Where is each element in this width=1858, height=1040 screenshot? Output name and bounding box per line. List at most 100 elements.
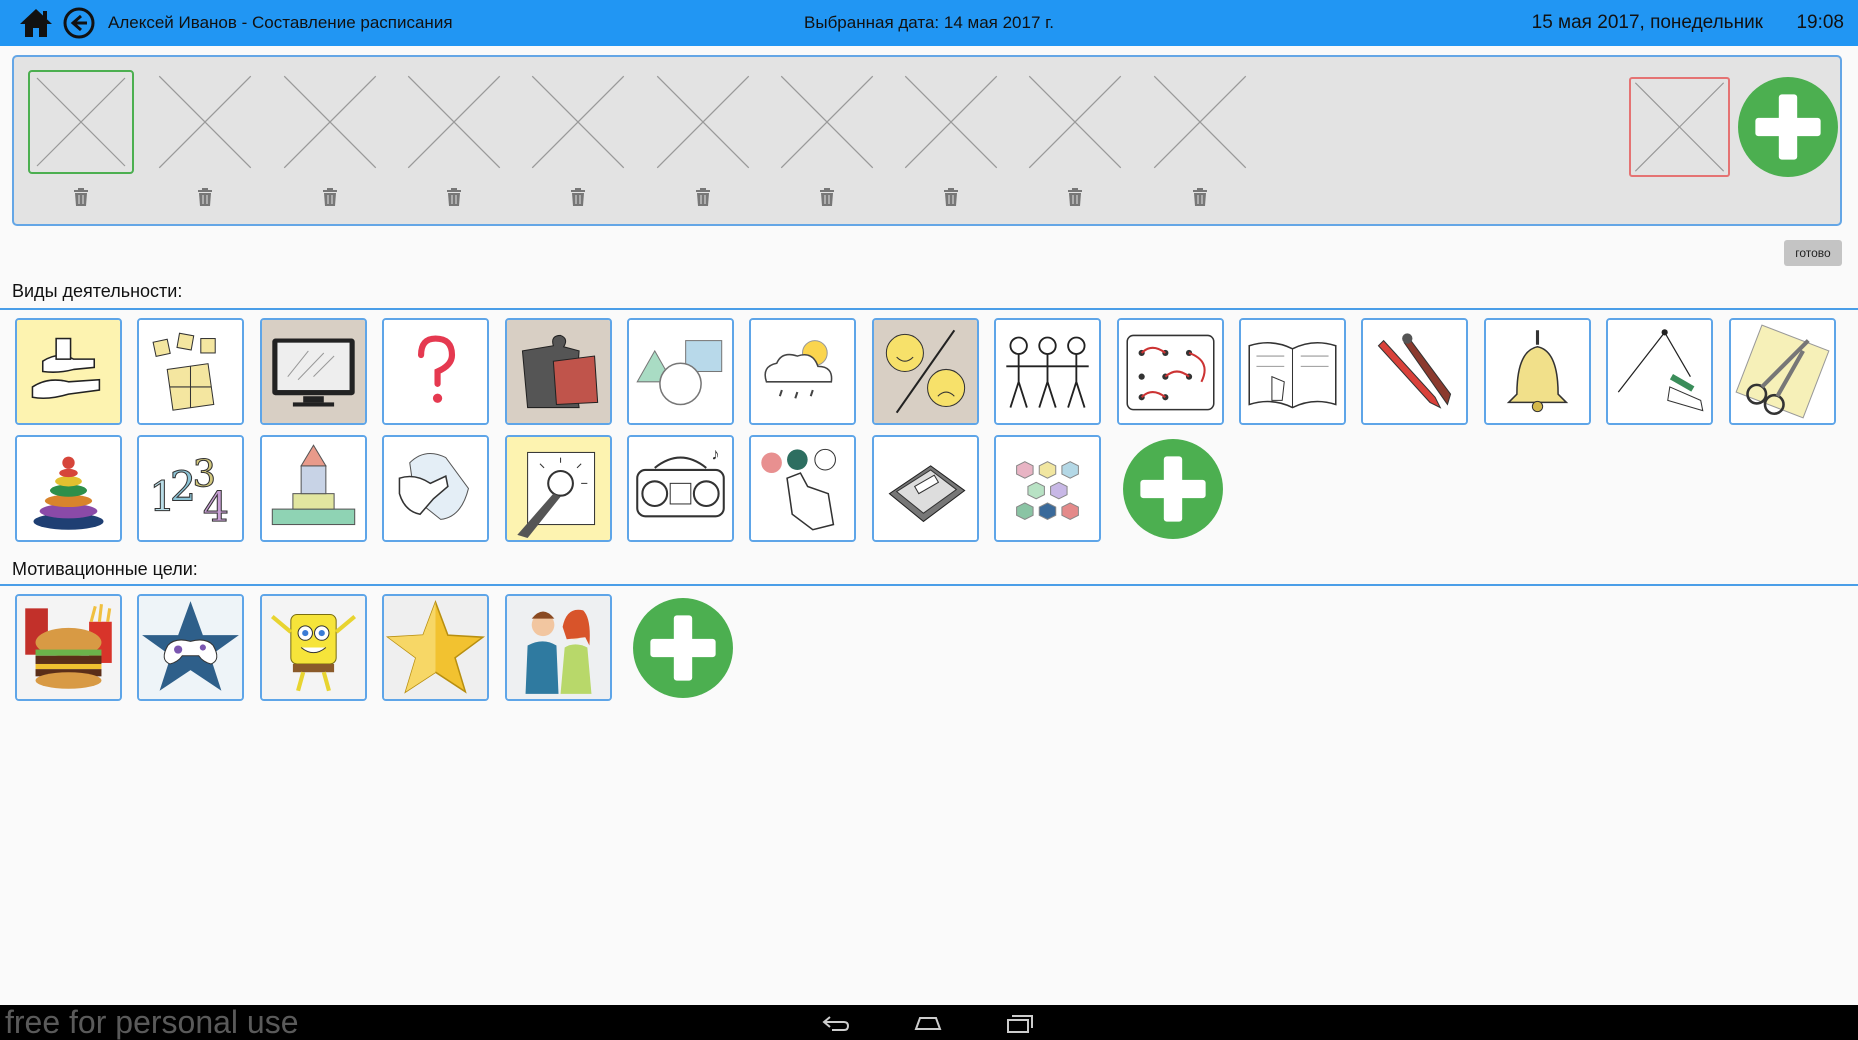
nav-back-icon[interactable]	[820, 1012, 852, 1034]
activity-tile[interactable]	[382, 435, 490, 542]
activity-tile[interactable]	[871, 435, 979, 542]
activity-tile[interactable]	[1728, 318, 1836, 425]
family-couple-icon	[506, 596, 610, 699]
letter-cubes-icon	[139, 320, 243, 423]
back-arrow-icon[interactable]	[61, 6, 97, 40]
system-nav-bar: free for personal use	[0, 1005, 1858, 1040]
motivation-divider	[0, 584, 1858, 586]
nav-home-icon[interactable]	[912, 1012, 944, 1034]
activity-tile[interactable]	[259, 318, 367, 425]
bell-icon	[1485, 320, 1589, 423]
light-switch-icon	[506, 437, 610, 540]
current-date: 15 мая 2017, понедельник	[1531, 12, 1763, 33]
motivation-tile[interactable]	[382, 594, 490, 701]
activity-tile[interactable]	[994, 318, 1102, 425]
activity-tile[interactable]	[1483, 318, 1591, 425]
tv-screen-icon	[261, 320, 365, 423]
activity-tile[interactable]	[1606, 318, 1714, 425]
nav-recents-icon[interactable]	[1004, 1012, 1036, 1034]
trash-icon[interactable]	[196, 187, 214, 207]
add-slot-button[interactable]	[1737, 76, 1839, 178]
question-mark-icon	[384, 320, 488, 423]
schedule-slot[interactable]	[401, 70, 507, 174]
stacking-pyramid-icon	[17, 437, 120, 540]
activity-tile[interactable]: ♪	[627, 435, 734, 542]
svg-text:4: 4	[203, 483, 229, 531]
activity-tile[interactable]	[1361, 318, 1469, 425]
activity-tile[interactable]	[1116, 318, 1224, 425]
svg-text:♪: ♪	[711, 446, 719, 464]
activity-tile[interactable]	[382, 318, 490, 425]
radio-music-icon: ♪	[629, 437, 732, 540]
trash-icon[interactable]	[569, 187, 587, 207]
hands-activity-icon	[17, 320, 120, 423]
motivation-tile[interactable]	[15, 594, 122, 701]
activity-tile[interactable]	[504, 318, 612, 425]
watermark-text: free for personal use	[5, 1004, 299, 1040]
activity-tile[interactable]	[871, 318, 979, 425]
activities-divider	[0, 308, 1858, 310]
schedule-strip	[12, 55, 1842, 226]
activity-tile[interactable]	[627, 318, 734, 425]
trash-icon[interactable]	[72, 187, 90, 207]
schedule-slot[interactable]	[898, 70, 1004, 174]
tablet-device-icon	[873, 437, 977, 540]
page-title: Алексей Иванов - Составление расписания	[108, 13, 453, 32]
building-blocks-icon	[261, 437, 365, 540]
book-reading-icon	[1241, 320, 1344, 423]
trash-icon[interactable]	[1191, 187, 1209, 207]
activities-label: Виды деятельности:	[12, 281, 183, 301]
schedule-slot[interactable]	[525, 70, 631, 174]
lacing-board-icon	[1118, 320, 1222, 423]
cartoon-character-icon	[261, 596, 365, 699]
goal-slot[interactable]	[1629, 77, 1730, 177]
schedule-slot[interactable]	[1147, 70, 1253, 174]
puzzle-icon	[506, 320, 610, 423]
activity-tile[interactable]	[15, 318, 122, 425]
top-app-bar: Алексей Иванов - Составление расписания …	[0, 0, 1858, 46]
scissors-icon	[1730, 320, 1834, 423]
activity-tile[interactable]	[137, 318, 245, 425]
schedule-slot[interactable]	[28, 70, 134, 174]
schedule-slot[interactable]	[774, 70, 880, 174]
schedule-slot[interactable]	[152, 70, 258, 174]
activity-tile[interactable]	[749, 435, 857, 542]
activity-tile[interactable]	[994, 435, 1102, 542]
activity-tile[interactable]	[259, 435, 367, 542]
trash-icon[interactable]	[445, 187, 463, 207]
motivation-tile[interactable]	[137, 594, 245, 701]
add-activity-button[interactable]	[1122, 438, 1224, 540]
current-time: 19:08	[1796, 12, 1844, 33]
shapes-icon	[629, 320, 732, 423]
trash-icon[interactable]	[1066, 187, 1084, 207]
fast-food-icon	[17, 596, 120, 699]
activity-tile[interactable]: 1234	[137, 435, 245, 542]
schedule-slot[interactable]	[650, 70, 756, 174]
wipe-cloth-icon	[384, 437, 488, 540]
activity-tile[interactable]	[1239, 318, 1346, 425]
color-hexagons-icon	[996, 437, 1100, 540]
home-icon[interactable]	[18, 6, 54, 40]
schedule-slot[interactable]	[277, 70, 383, 174]
numbers-icon: 1234	[139, 437, 243, 540]
motivation-label: Мотивационные цели:	[12, 559, 198, 579]
emotions-icon	[873, 320, 977, 423]
gamepad-star-icon	[139, 596, 243, 699]
people-group-icon	[996, 320, 1100, 423]
trash-icon[interactable]	[942, 187, 960, 207]
motivation-tile[interactable]	[259, 594, 367, 701]
done-button[interactable]: готово	[1784, 240, 1842, 266]
trash-icon[interactable]	[321, 187, 339, 207]
activity-tile[interactable]	[504, 435, 612, 542]
gold-star-icon	[384, 596, 488, 699]
activity-tile[interactable]	[15, 435, 122, 542]
activity-tile[interactable]	[749, 318, 857, 425]
color-touch-icon	[751, 437, 855, 540]
motivation-tile[interactable]	[504, 594, 612, 701]
trash-icon[interactable]	[818, 187, 836, 207]
trash-icon[interactable]	[694, 187, 712, 207]
pencil-brush-icon	[1363, 320, 1467, 423]
schedule-slot[interactable]	[1022, 70, 1128, 174]
add-motivation-button[interactable]	[632, 597, 734, 699]
weather-icon	[751, 320, 855, 423]
